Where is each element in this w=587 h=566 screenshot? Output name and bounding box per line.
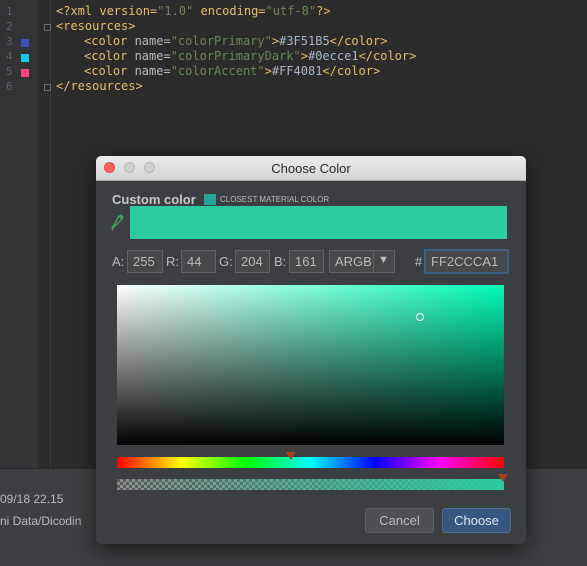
code-token: <?xml version= (56, 4, 158, 18)
code-token: <color (84, 34, 135, 48)
select-divider (373, 251, 374, 272)
eyedropper-icon[interactable] (111, 213, 125, 236)
code-token: </color> (322, 64, 381, 78)
choose-button[interactable]: Choose (442, 508, 511, 533)
custom-color-label: Custom color (112, 192, 196, 207)
code-token: </color> (358, 49, 417, 63)
dialog-titlebar[interactable]: Choose Color (96, 156, 526, 181)
code-token: "utf-8" (265, 4, 317, 18)
line-number: 4 (6, 50, 13, 63)
cancel-button[interactable]: Cancel (365, 508, 434, 533)
hue-slider-thumb[interactable] (286, 452, 296, 460)
code-line-4: <color name="colorPrimaryDark">#0ecce1</… (84, 49, 416, 64)
code-token: "colorPrimary" (170, 34, 272, 48)
closest-material-color-label: CLOSEST MATERIAL COLOR (220, 195, 330, 204)
choose-color-dialog: Choose Color Custom color CLOSEST MATERI… (96, 156, 526, 544)
alpha-input[interactable]: 255 (127, 250, 163, 273)
code-token: ?> (316, 4, 331, 18)
code-line-5: <color name="colorAccent">#FF4081</color… (84, 64, 380, 79)
code-line-3: <color name="colorPrimary">#3F51B5</colo… (84, 34, 387, 49)
line-number: 1 (6, 5, 13, 18)
hex-hash-label: # (415, 254, 423, 269)
path-text: ni Data/Dicodin (0, 514, 82, 528)
timestamp-text: 09/18 22.15 (0, 492, 64, 506)
code-line-1: <?xml version="1.0" encoding="utf-8"?> (56, 4, 331, 19)
color-swatch-accent[interactable] (21, 69, 29, 77)
color-mode-value: ARGB (335, 254, 372, 269)
code-token: </color> (329, 34, 388, 48)
color-preview (130, 206, 507, 239)
line-number: 3 (6, 35, 13, 48)
code-token: name= (134, 64, 171, 78)
code-token: "colorAccent" (170, 64, 265, 78)
saturation-brightness-area[interactable] (117, 285, 504, 445)
code-token: name= (134, 34, 171, 48)
hue-slider[interactable] (117, 457, 504, 468)
red-label: R: (166, 254, 179, 269)
hex-input[interactable]: FF2CCCA1 (424, 249, 509, 274)
closest-material-color-swatch[interactable] (204, 194, 216, 205)
code-token: name= (134, 49, 171, 63)
code-token: #FF4081 (271, 64, 323, 78)
blue-label: B: (274, 254, 287, 269)
opacity-slider-thumb[interactable] (498, 474, 508, 482)
code-token: > (300, 49, 308, 63)
color-swatch-primary-dark[interactable] (21, 54, 29, 62)
line-number: 5 (6, 65, 13, 78)
red-input[interactable]: 44 (181, 250, 216, 273)
code-token: <color (84, 49, 135, 63)
alpha-label: A: (112, 254, 125, 269)
code-line-6: </resources> (56, 79, 143, 93)
code-token: encoding= (193, 4, 266, 18)
code-token: "1.0" (157, 4, 194, 18)
color-cursor[interactable] (416, 313, 424, 321)
code-line-2: <resources> (56, 19, 136, 33)
color-swatch-primary[interactable] (21, 39, 29, 47)
chevron-down-icon[interactable]: ▼ (378, 254, 389, 266)
line-number: 6 (6, 80, 13, 93)
dialog-title: Choose Color (271, 161, 351, 176)
code-token: #0ecce1 (307, 49, 359, 63)
color-mode-select[interactable]: ARGB ▼ (329, 250, 395, 273)
opacity-slider[interactable] (117, 479, 504, 490)
green-input[interactable]: 204 (235, 250, 270, 273)
fold-toggle[interactable] (44, 84, 51, 91)
code-token: > (271, 34, 280, 48)
fold-gutter (38, 0, 51, 468)
line-number: 2 (6, 20, 13, 33)
fold-toggle[interactable] (44, 24, 51, 31)
code-token: > (264, 64, 272, 78)
line-gutter: 1 2 3 4 5 6 (0, 0, 38, 468)
code-token: <color (84, 64, 135, 78)
green-label: G: (219, 254, 233, 269)
code-token: "colorPrimaryDark" (170, 49, 301, 63)
code-token: #3F51B5 (279, 34, 330, 48)
blue-input[interactable]: 161 (289, 250, 324, 273)
